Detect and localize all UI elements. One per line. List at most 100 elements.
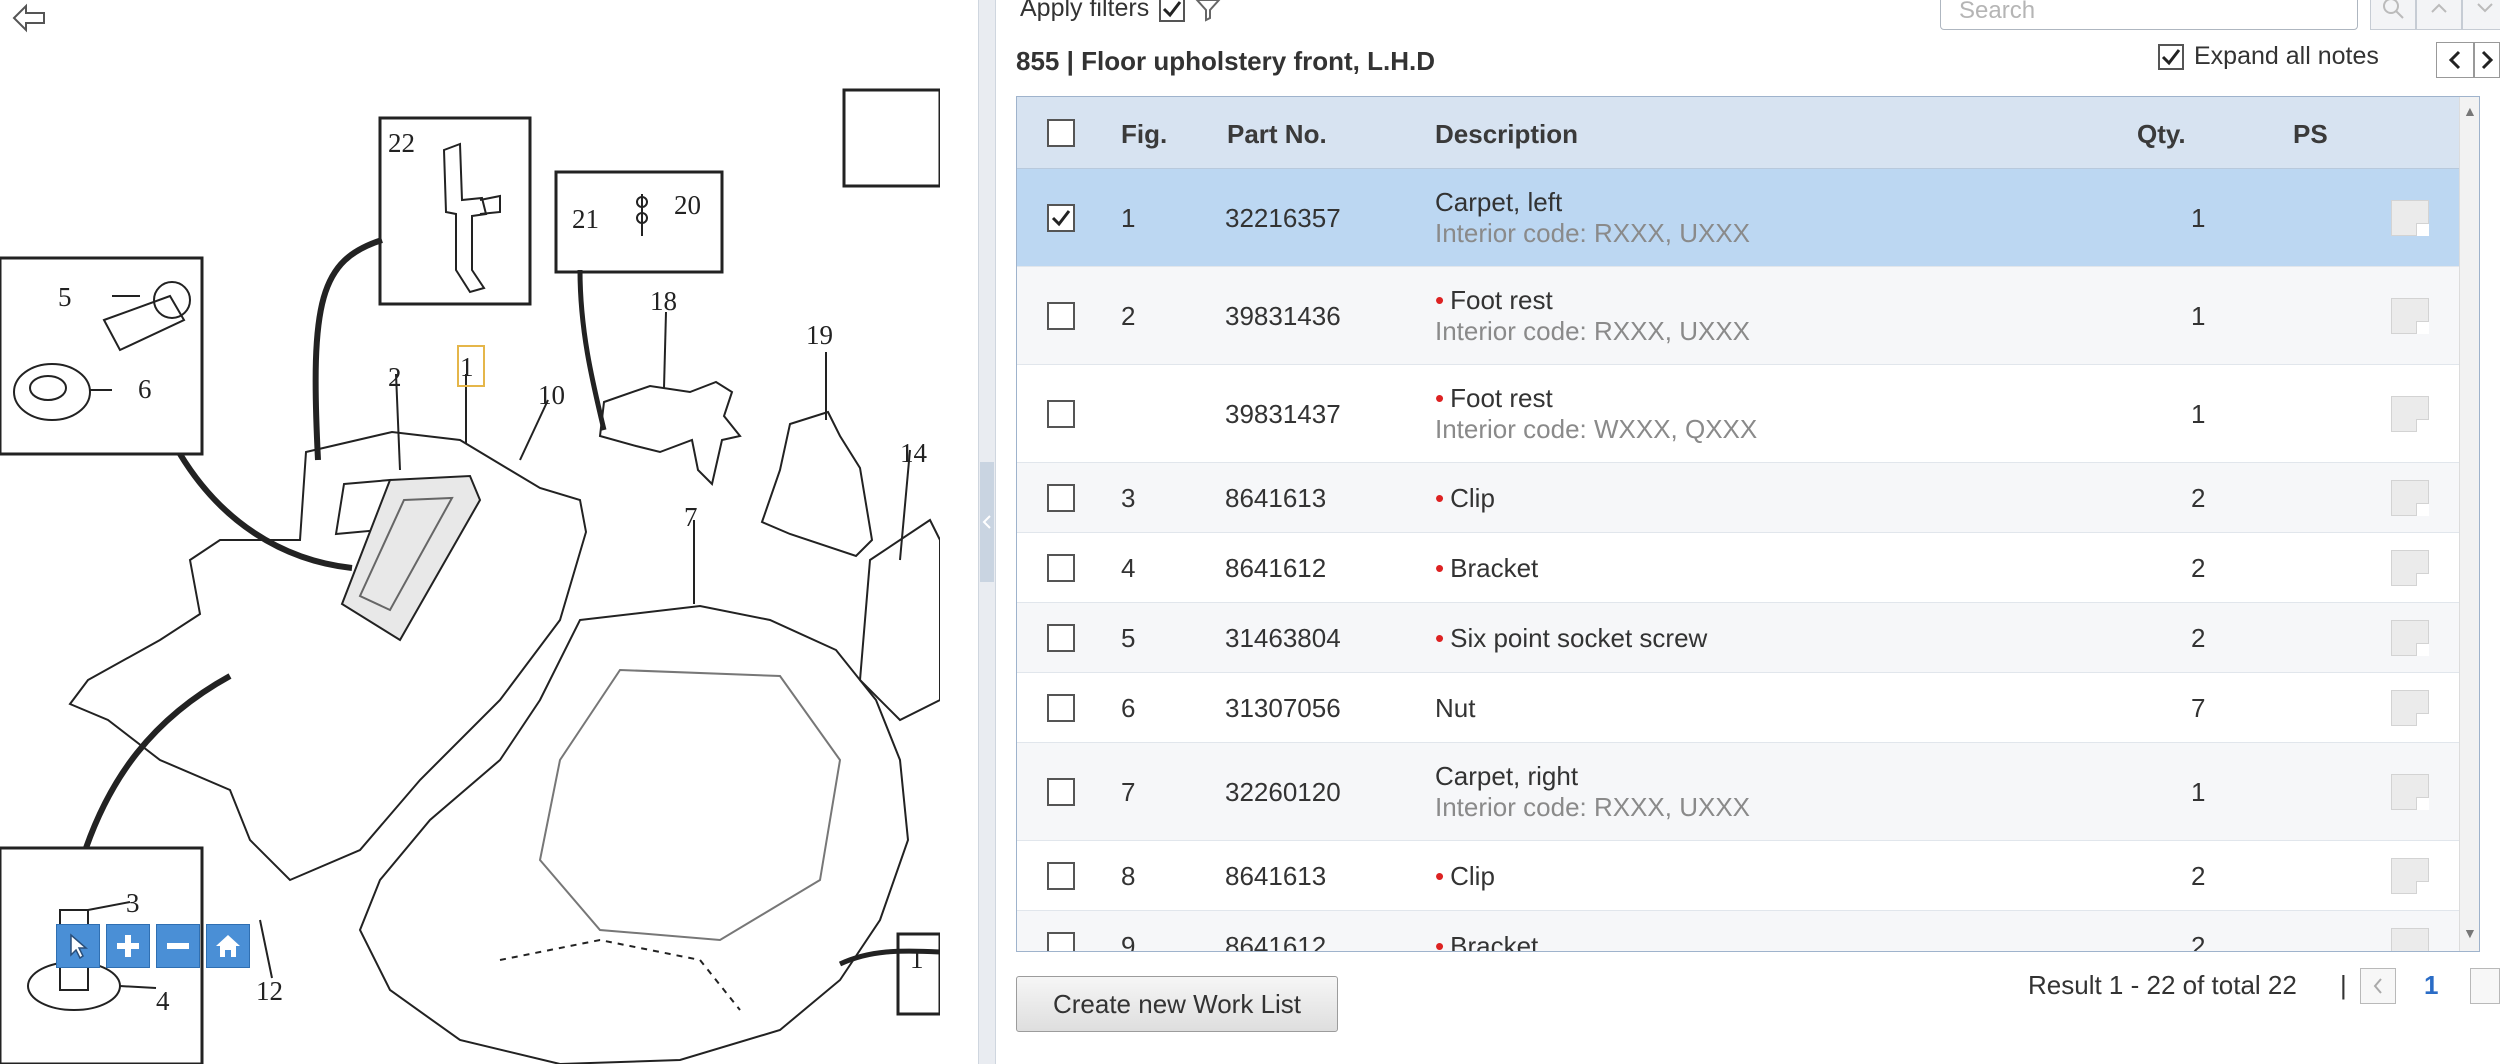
- table-row[interactable]: 9 8641612 • Bracket 2: [1017, 911, 2479, 952]
- callout-6[interactable]: 6: [138, 374, 152, 404]
- prev-group-button[interactable]: [2436, 42, 2474, 78]
- next-page-button[interactable]: [2470, 968, 2500, 1004]
- search-prev-button[interactable]: [2416, 0, 2462, 30]
- note-icon[interactable]: [2391, 858, 2429, 894]
- row-description-text: Carpet, right: [1435, 761, 1579, 791]
- row-checkbox[interactable]: [1047, 554, 1075, 582]
- header-part-no[interactable]: Part No.: [1227, 119, 1327, 150]
- row-checkbox[interactable]: [1047, 484, 1075, 512]
- row-description: Carpet, right Interior code: RXXX, UXXX: [1435, 761, 1750, 823]
- diagram-pane[interactable]: 22 21 20 5 6 18 19 2 1 10 14 7 3 12 4 1: [0, 0, 978, 1064]
- pane-splitter[interactable]: [978, 0, 996, 1064]
- header-qty[interactable]: Qty.: [2137, 119, 2186, 150]
- row-checkbox[interactable]: [1047, 932, 1075, 951]
- row-checkbox[interactable]: [1047, 862, 1075, 890]
- table-row[interactable]: 7 32260120 Carpet, right Interior code: RXX…: [1017, 743, 2479, 841]
- table-row[interactable]: 4 8641612 • Bracket 2: [1017, 533, 2479, 603]
- callout-21[interactable]: 21: [572, 204, 599, 234]
- table-row[interactable]: 5 31463804 • Six point socket screw 2: [1017, 603, 2479, 673]
- create-work-list-button[interactable]: Create new Work List: [1016, 976, 1338, 1032]
- table-row[interactable]: 39831437 • Foot rest Interior code: WXXX, Q…: [1017, 365, 2479, 463]
- row-part-no: 39831437: [1225, 399, 1341, 429]
- row-description: • Foot rest Interior code: RXXX, UXXX: [1435, 285, 1750, 347]
- expand-notes-checkbox[interactable]: [2158, 43, 2184, 70]
- filter-icon[interactable]: [1195, 0, 1221, 22]
- note-icon[interactable]: [2391, 928, 2429, 951]
- callout-22[interactable]: 22: [388, 128, 415, 158]
- note-icon[interactable]: [2391, 550, 2429, 586]
- bullet-icon: •: [1435, 931, 1445, 952]
- callout-7[interactable]: 7: [684, 502, 698, 532]
- note-icon[interactable]: [2391, 690, 2429, 726]
- row-checkbox[interactable]: [1047, 694, 1075, 722]
- bullet-icon: •: [1435, 483, 1445, 513]
- callout-10[interactable]: 10: [538, 380, 565, 410]
- row-checkbox[interactable]: [1047, 302, 1075, 330]
- row-part-no: 8641613: [1225, 483, 1327, 513]
- callout-18[interactable]: 18: [650, 286, 677, 316]
- table-row[interactable]: 2 39831436 • Foot rest Interior code: RXXX, …: [1017, 267, 2479, 365]
- row-fig: 7: [1121, 777, 1136, 807]
- expand-all-notes[interactable]: Expand all notes: [2158, 42, 2379, 71]
- apply-filters[interactable]: Apply filters: [1020, 0, 1221, 23]
- parts-diagram[interactable]: 22 21 20 5 6 18 19 2 1 10 14 7 3 12 4 1: [0, 0, 940, 1064]
- row-description: Nut: [1435, 693, 1475, 723]
- row-fig: 1: [1121, 203, 1136, 233]
- group-navigation: [2436, 42, 2500, 78]
- row-checkbox[interactable]: [1047, 204, 1075, 232]
- current-page[interactable]: 1: [2424, 970, 2438, 1001]
- table-scrollbar[interactable]: ▲ ▼: [2459, 97, 2479, 951]
- zoom-in-button[interactable]: [106, 924, 150, 968]
- scroll-up-icon[interactable]: ▲: [2463, 103, 2477, 119]
- header-description[interactable]: Description: [1435, 119, 1578, 150]
- note-icon[interactable]: [2391, 774, 2429, 810]
- row-description-text: Carpet, left: [1435, 187, 1563, 217]
- expand-notes-label: Expand all notes: [2194, 42, 2379, 70]
- row-description-text: Bracket: [1450, 931, 1539, 952]
- row-description-text: Foot rest: [1450, 383, 1553, 413]
- search-button[interactable]: [2370, 0, 2416, 30]
- search-next-button[interactable]: [2462, 0, 2500, 30]
- row-checkbox[interactable]: [1047, 624, 1075, 652]
- note-icon[interactable]: [2391, 396, 2429, 432]
- next-group-button[interactable]: [2474, 42, 2500, 78]
- header-fig[interactable]: Fig.: [1121, 119, 1167, 150]
- header-ps[interactable]: PS: [2293, 119, 2328, 150]
- note-icon[interactable]: [2391, 298, 2429, 334]
- search-input[interactable]: Search: [1940, 0, 2358, 30]
- zoom-out-button[interactable]: [156, 924, 200, 968]
- callout-20[interactable]: 20: [674, 190, 701, 220]
- callout-1-edge[interactable]: 1: [910, 944, 924, 974]
- select-all-checkbox[interactable]: [1047, 119, 1075, 147]
- table-row[interactable]: 1 32216357 Carpet, left Interior code: RXXX…: [1017, 169, 2479, 267]
- prev-page-button[interactable]: [2360, 968, 2396, 1004]
- scroll-down-icon[interactable]: ▼: [2463, 925, 2477, 941]
- callout-12[interactable]: 12: [256, 976, 283, 1006]
- note-icon[interactable]: [2391, 200, 2429, 236]
- table-row[interactable]: 3 8641613 • Clip 2: [1017, 463, 2479, 533]
- search-buttons: [2370, 0, 2500, 30]
- search-placeholder: Search: [1959, 0, 2036, 24]
- apply-filters-checkbox[interactable]: [1159, 0, 1186, 22]
- cursor-icon: [70, 933, 89, 959]
- note-icon[interactable]: [2391, 620, 2429, 656]
- plus-icon: [117, 935, 139, 957]
- note-icon[interactable]: [2391, 480, 2429, 516]
- zoom-home-button[interactable]: [206, 924, 250, 968]
- table-row[interactable]: 6 31307056 Nut 7: [1017, 673, 2479, 743]
- callout-1[interactable]: 1: [460, 352, 474, 382]
- callout-14[interactable]: 14: [900, 438, 928, 468]
- table-row[interactable]: 8 8641613 • Clip 2: [1017, 841, 2479, 911]
- collapse-handle[interactable]: [980, 462, 994, 582]
- callout-2[interactable]: 2: [388, 362, 402, 392]
- callout-4[interactable]: 4: [156, 986, 170, 1016]
- callout-5[interactable]: 5: [58, 282, 72, 312]
- row-fig: 8: [1121, 861, 1136, 891]
- row-checkbox[interactable]: [1047, 778, 1075, 806]
- row-qty: 1: [2191, 301, 2206, 331]
- row-checkbox[interactable]: [1047, 400, 1075, 428]
- select-tool-button[interactable]: [56, 924, 100, 968]
- callout-19[interactable]: 19: [806, 320, 833, 350]
- apply-filters-label: Apply filters: [1020, 0, 1150, 22]
- callout-3[interactable]: 3: [126, 888, 140, 918]
